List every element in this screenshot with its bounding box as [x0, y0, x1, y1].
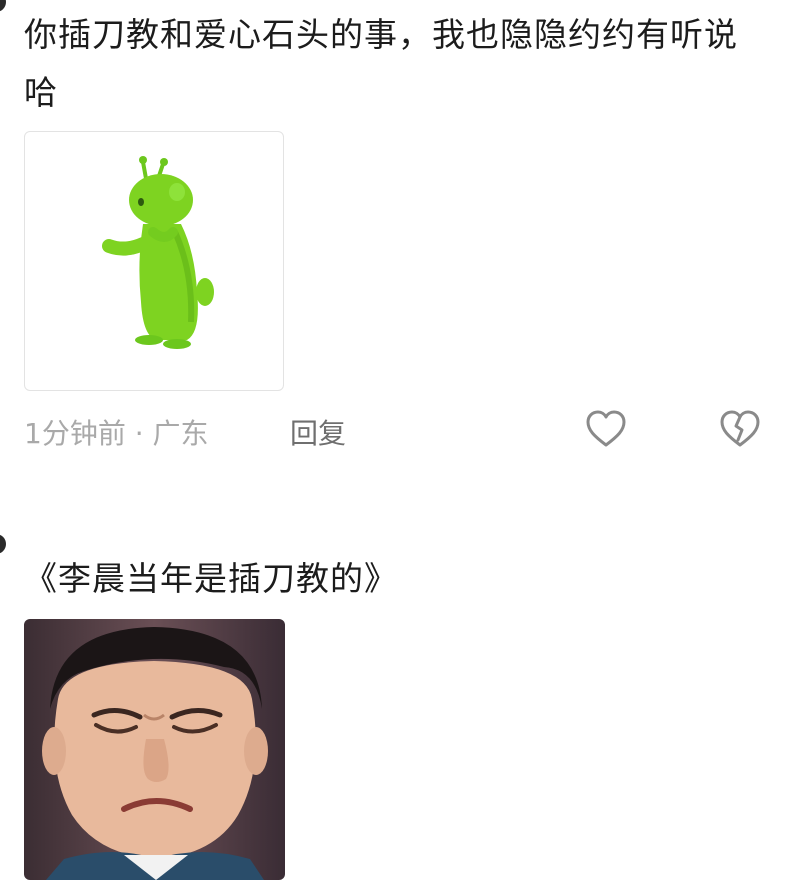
avatar[interactable]: [0, 0, 6, 12]
heart-outline-icon[interactable]: [584, 408, 628, 459]
comment-time-location: 1分钟前 · 广东: [24, 412, 209, 452]
comment-meta: 1分钟前 · 广东 回复: [24, 408, 784, 452]
avatar[interactable]: [0, 534, 6, 554]
comment-photo[interactable]: [24, 619, 285, 880]
comment-sticker[interactable]: [24, 131, 284, 391]
comment-text: 《李晨当年是插刀教的》: [24, 559, 398, 598]
comment-location: 广东: [152, 417, 209, 450]
broken-heart-icon[interactable]: [718, 408, 762, 459]
reply-button[interactable]: 回复: [290, 412, 346, 452]
grimacing-face-photo-icon: [24, 619, 285, 880]
green-alien-sticker-icon: [102, 156, 214, 349]
comment-time: 1分钟前: [24, 417, 126, 450]
comment-text: 你插刀教和爱心石头的事，我也隐隐约约有听说哈: [24, 15, 738, 112]
meta-separator: ·: [125, 417, 153, 450]
